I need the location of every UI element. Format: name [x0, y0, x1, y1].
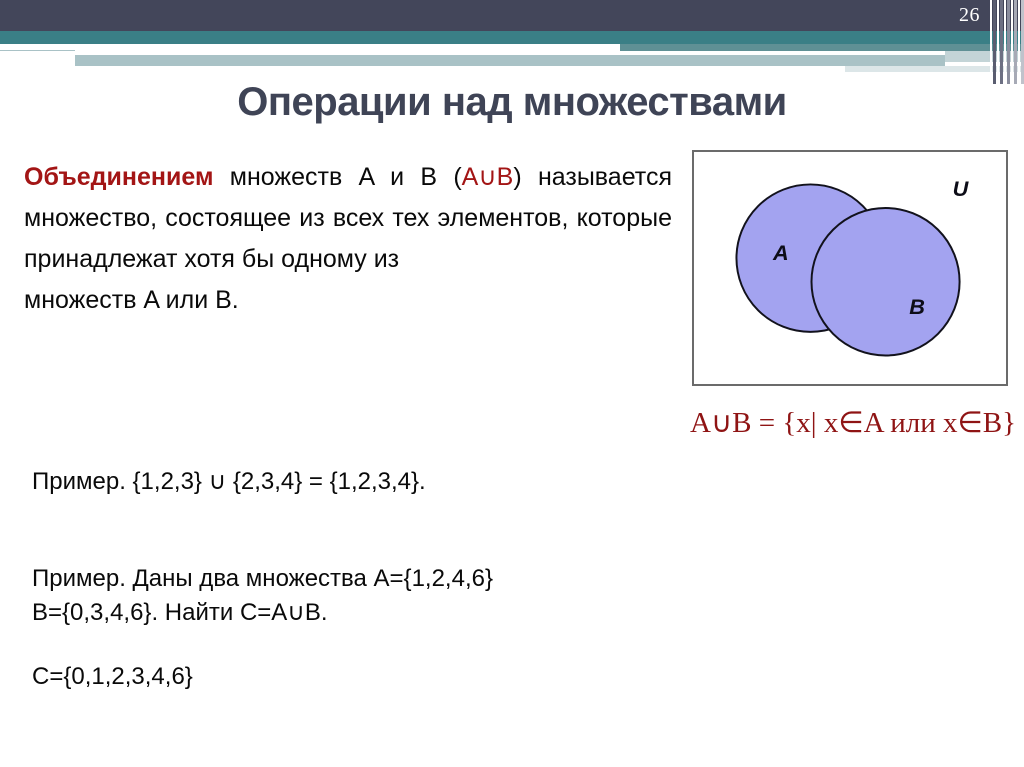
example-two-line-2: B={0,3,4,6}. Найти C=A∪B. [32, 599, 328, 626]
header-vertical-stripes [988, 0, 1024, 84]
example-two-line-1: Пример. Даны два множества A={1,2,4,6} [32, 565, 493, 592]
page-title: Операции над множествами [237, 80, 787, 124]
definition-text-after-term: множеств A и B ( [213, 163, 462, 191]
union-formula: A∪B = {x| x∈A или x∈B} [690, 407, 1016, 439]
definition-paragraph: Объединением множеств A и B (A∪B) называ… [24, 157, 672, 321]
header-band-secondary [620, 44, 1024, 51]
venn-label-a: A [772, 240, 789, 265]
example-two: Пример. Даны два множества A={1,2,4,6} B… [32, 562, 493, 630]
header-teal-band [0, 31, 1024, 44]
example-one: Пример. {1,2,3} ∪ {2,3,4} = {1,2,3,4}. [32, 468, 426, 495]
definition-last-line: множеств A или B. [24, 286, 239, 314]
header-band-light [75, 55, 945, 66]
slide-canvas: 26 Операции над множествами Объединением… [0, 0, 1024, 767]
header-navy-band [0, 0, 1024, 31]
definition-operation: A∪B [461, 163, 514, 191]
example-two-answer: C={0,1,2,3,4,6} [32, 663, 193, 690]
venn-label-b: B [909, 294, 925, 319]
venn-circle-b [810, 207, 961, 357]
page-number: 26 [959, 4, 980, 26]
header-white-gap [0, 44, 620, 50]
venn-diagram-svg: A B U [735, 176, 970, 357]
venn-label-universe: U [953, 176, 970, 201]
definition-term: Объединением [24, 163, 214, 191]
venn-diagram-box: A B U [692, 150, 1008, 386]
